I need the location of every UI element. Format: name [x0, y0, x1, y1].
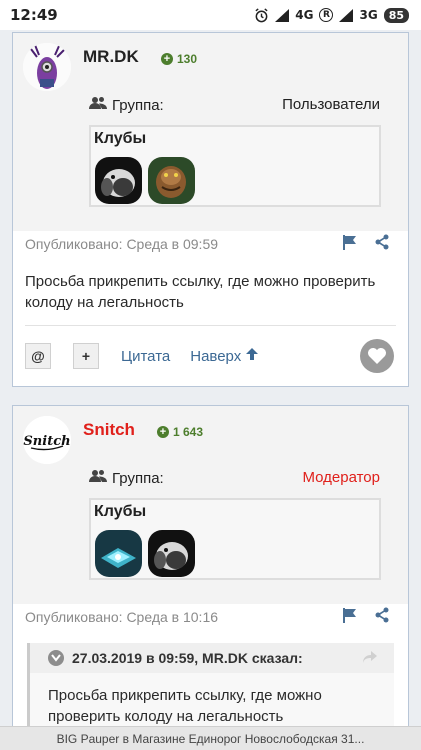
mention-button[interactable]: @	[25, 343, 51, 369]
forum-post: Snitch Snitch + 1 643 Группа: Модератор …	[12, 405, 409, 743]
author-name[interactable]: Snitch	[83, 420, 135, 440]
bottom-banner[interactable]: BIG Pauper в Магазине Единорог Новослобо…	[0, 726, 421, 750]
share-icon[interactable]	[374, 607, 390, 626]
avatar[interactable]	[23, 43, 71, 91]
published-date: Опубликовано: Среда в 09:59	[25, 235, 219, 252]
reputation-badge: + 130	[161, 52, 197, 66]
plus-icon: +	[161, 53, 173, 65]
status-time: 12:49	[10, 6, 58, 24]
status-icons: 4G R 3G 85	[254, 7, 409, 23]
avatar[interactable]: Snitch	[23, 416, 71, 464]
group-value: Пользователи	[282, 96, 380, 113]
reputation-count: 1 643	[173, 425, 204, 439]
quote-share-icon[interactable]	[362, 650, 378, 669]
status-bar: 12:49 4G R 3G 85	[0, 0, 421, 30]
clubs-box: Клубы	[89, 498, 381, 580]
network-4g-label: 4G	[295, 8, 314, 22]
chevron-down-icon[interactable]	[48, 650, 64, 666]
flag-icon[interactable]	[342, 234, 358, 253]
quote-link[interactable]: Цитата	[121, 348, 170, 365]
group-label: Группа:	[112, 469, 164, 487]
top-link-label: Наверх	[190, 347, 242, 365]
author-name[interactable]: MR.DK	[83, 47, 139, 67]
top-link[interactable]: Наверх	[190, 347, 259, 365]
club-icon-crystal[interactable]	[95, 530, 142, 577]
plus-icon: +	[157, 426, 169, 438]
svg-text:Snitch: Snitch	[23, 434, 70, 449]
quote-header-text: 27.03.2019 в 09:59, MR.DK сказал:	[72, 650, 303, 666]
add-button[interactable]: +	[73, 343, 99, 369]
clubs-title: Клубы	[94, 130, 147, 147]
post-author-panel: MR.DK + 130 Группа: Пользователи Клубы	[13, 33, 408, 231]
users-icon	[89, 469, 107, 487]
post-meta: Опубликовано: Среда в 10:16	[13, 607, 408, 626]
group-row: Группа: Модератор	[89, 469, 380, 487]
clubs-box: Клубы	[89, 125, 381, 207]
group-value: Модератор	[302, 469, 380, 486]
quote-text: Просьба прикрепить ссылку, где можно про…	[48, 687, 322, 725]
network-3g-label: 3G	[359, 8, 378, 22]
club-icon-monster[interactable]	[148, 157, 195, 204]
club-icon-dog[interactable]	[95, 157, 142, 204]
group-row: Группа: Пользователи	[89, 96, 380, 114]
forum-post: MR.DK + 130 Группа: Пользователи Клубы О…	[12, 32, 409, 387]
post-controls: @ + Цитата Наверх	[25, 339, 394, 373]
users-icon	[89, 96, 107, 114]
group-label: Группа:	[112, 96, 164, 114]
post-author-panel: Snitch Snitch + 1 643 Группа: Модератор …	[13, 406, 408, 604]
reputation-count: 130	[177, 52, 198, 66]
alarm-icon	[254, 7, 269, 23]
reputation-badge: + 1 643	[157, 425, 203, 439]
signal-icon-2	[339, 8, 354, 22]
post-meta: Опубликовано: Среда в 09:59	[13, 234, 408, 253]
battery-indicator: 85	[383, 7, 409, 23]
roaming-icon: R	[319, 8, 334, 22]
arrow-up-icon	[245, 347, 259, 365]
clubs-title: Клубы	[94, 503, 147, 520]
post-body: Просьба прикрепить ссылку, где можно про…	[25, 273, 376, 311]
divider	[25, 325, 396, 326]
published-date: Опубликовано: Среда в 10:16	[25, 608, 219, 625]
like-button[interactable]	[360, 339, 394, 373]
club-icon-dog[interactable]	[148, 530, 195, 577]
signal-icon	[275, 8, 290, 22]
quote-header: 27.03.2019 в 09:59, MR.DK сказал:	[30, 643, 394, 673]
flag-icon[interactable]	[342, 607, 358, 626]
share-icon[interactable]	[374, 234, 390, 253]
